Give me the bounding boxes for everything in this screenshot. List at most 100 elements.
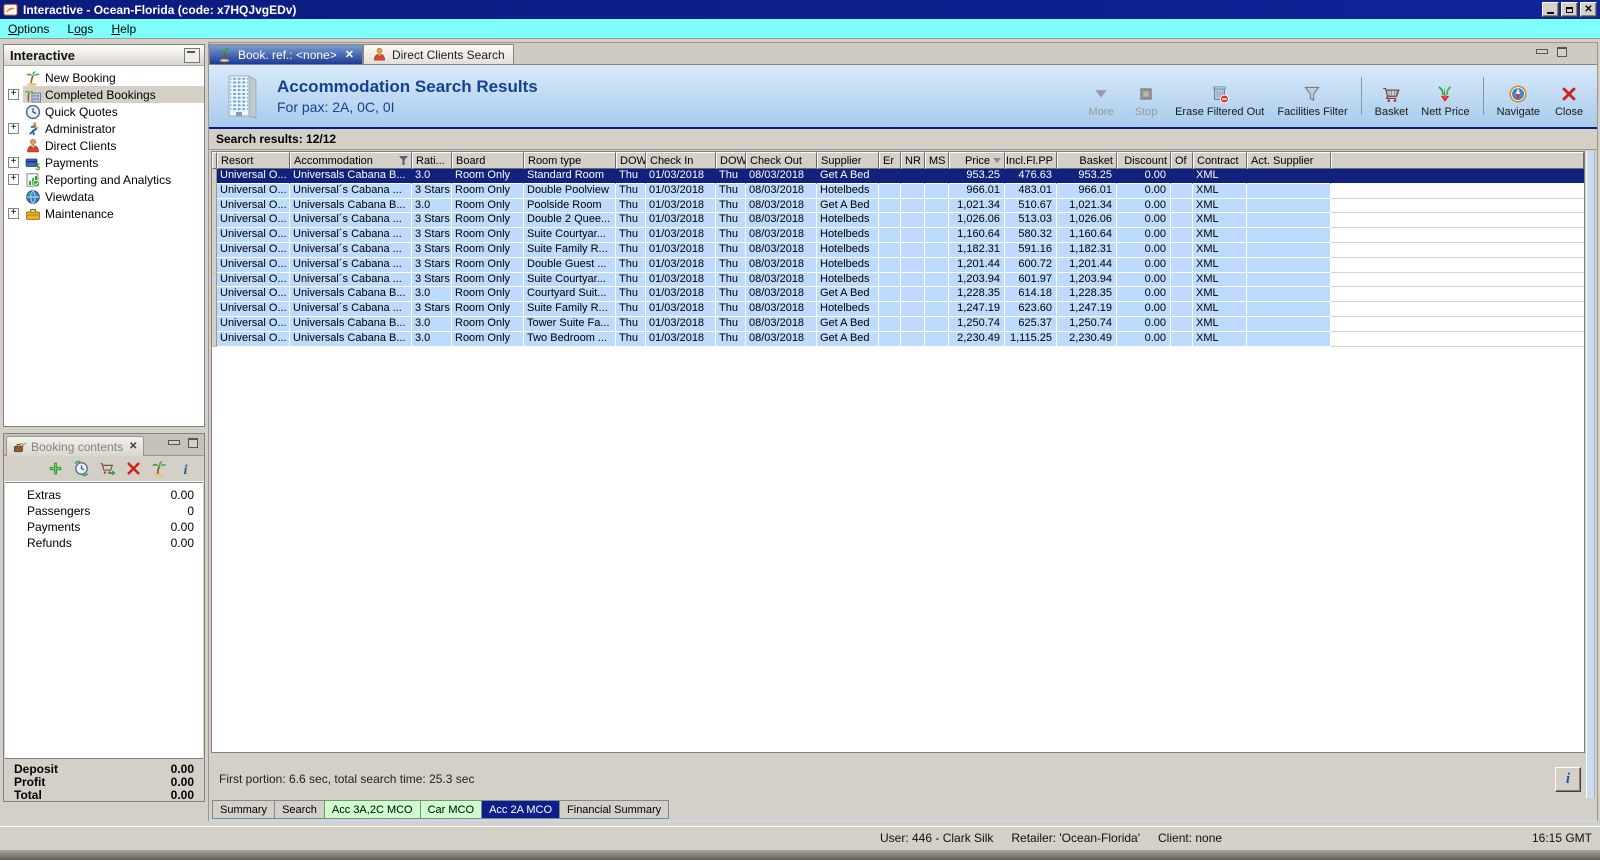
close-button[interactable]: Close (1553, 74, 1585, 118)
cell-board: Room Only (452, 257, 524, 273)
sidebar-item-direct-clients[interactable]: Direct Clients (4, 137, 204, 154)
row-filler (1331, 331, 1584, 347)
column-header-act-supplier[interactable]: Act. Supplier (1247, 152, 1331, 169)
quote-clock-button[interactable] (73, 460, 90, 477)
table-row[interactable]: Universal O... Universal´s Cabana ... 3 St… (212, 302, 1584, 317)
panel-maximize-icon[interactable] (188, 438, 198, 448)
panel-minimize-icon[interactable] (168, 440, 180, 445)
nett-price-button[interactable]: Nett Price (1421, 74, 1470, 118)
sidebar-minimize-button[interactable] (184, 47, 200, 63)
booking-contents-close-icon[interactable]: ✕ (129, 441, 137, 452)
expander-icon[interactable]: + (8, 123, 19, 134)
tab-summary[interactable]: Summary (212, 800, 276, 819)
tab-direct-clients-search[interactable]: Direct Clients Search (362, 44, 514, 64)
table-row[interactable]: Universal O... Universal´s Cabana ... 3 St… (212, 257, 1584, 273)
tab-financial-summary[interactable]: Financial Summary (560, 800, 670, 819)
sidebar-tree: New Booking + Completed Bookings Quick Quot… (4, 66, 204, 222)
column-header-er[interactable]: Er (879, 152, 901, 169)
column-header-nr[interactable]: NR (901, 152, 925, 169)
cell-check-in: 01/03/2018 (646, 316, 716, 332)
column-header-ms[interactable]: MS (925, 152, 949, 169)
table-row[interactable]: Universal O... Universal´s Cabana ... 3 St… (212, 228, 1584, 243)
sidebar-item-payments[interactable]: + $ Payments (4, 154, 204, 171)
cell-nr (901, 242, 925, 258)
expander-icon[interactable]: + (8, 89, 19, 100)
vertical-scrollbar[interactable] (1586, 151, 1595, 798)
cell-check-out: 08/03/2018 (746, 198, 817, 214)
table-row[interactable]: Universal O... Universal´s Cabana ... 3 St… (212, 242, 1584, 258)
table-row[interactable]: Universal O... Universals Cabana B... 3.0 R… (212, 331, 1584, 347)
sidebar-item-new-booking[interactable]: New Booking (4, 69, 204, 86)
basket-transfer-button[interactable] (99, 460, 116, 477)
navigate-button[interactable]: Navigate (1497, 74, 1540, 118)
facilities-filter-button[interactable]: Facilities Filter (1277, 74, 1348, 118)
column-header-of[interactable]: Of (1171, 152, 1193, 169)
basket-button[interactable]: Basket (1375, 74, 1408, 118)
delete-button[interactable] (125, 460, 142, 477)
column-header-dow[interactable]: DOW (716, 152, 746, 169)
erase-filtered-out-button[interactable]: Erase Filtered Out (1175, 74, 1264, 118)
add-button[interactable] (47, 460, 64, 477)
cell-act-supplier (1247, 272, 1331, 288)
column-header-board[interactable]: Board (452, 152, 524, 169)
stop-button[interactable]: Stop (1130, 74, 1162, 118)
expander-icon[interactable]: + (8, 157, 19, 168)
table-row[interactable]: Universal O... Universals Cabana B... 3.0 R… (212, 287, 1584, 303)
tab-acc-3a2c-mco[interactable]: Acc 3A,2C MCO (324, 800, 421, 819)
menu-help[interactable]: Help (111, 22, 136, 36)
row-filler (1331, 198, 1584, 214)
column-header-dow[interactable]: DOW (616, 152, 646, 169)
column-header-basket[interactable]: Basket (1057, 152, 1117, 169)
column-header-discount[interactable]: Discount (1117, 152, 1171, 169)
table-row[interactable]: Universal O... Universals Cabana B... 3.0 R… (212, 169, 1584, 184)
column-header-check-out[interactable]: Check Out (746, 152, 817, 169)
sidebar-item-maintenance[interactable]: + Maintenance (4, 205, 204, 222)
column-header-resort[interactable]: Resort (217, 152, 290, 169)
table-row[interactable]: Universal O... Universals Cabana B... 3.0 R… (212, 198, 1584, 214)
table-row[interactable]: Universal O... Universal´s Cabana ... 3 St… (212, 213, 1584, 229)
tab-booking-ref[interactable]: Book. ref.: <none> ✕ (209, 44, 363, 64)
cell-discount: 0.00 (1117, 228, 1171, 243)
title-bar: Interactive - Ocean-Florida (code: x7HQJ… (0, 0, 1600, 19)
booking-contents-tab[interactable]: Booking contents ✕ (6, 436, 145, 456)
column-header-supplier[interactable]: Supplier (817, 152, 879, 169)
table-row[interactable]: Universal O... Universal´s Cabana ... 3 St… (212, 183, 1584, 199)
menu-options[interactable]: Options (8, 22, 49, 36)
column-header-contract[interactable]: Contract (1193, 152, 1247, 169)
column-header-price[interactable]: Price (949, 152, 1005, 169)
palm-tree-button[interactable] (151, 460, 168, 477)
menu-logs[interactable]: Logs (67, 22, 93, 36)
tab-close-icon[interactable]: ✕ (345, 48, 354, 61)
more-button[interactable]: More (1085, 74, 1117, 118)
info-button[interactable]: i (1555, 767, 1581, 792)
cell-incl-fl-pp: 510.67 (1005, 198, 1057, 214)
column-header-rati[interactable]: Rati... (412, 152, 452, 169)
table-row[interactable]: Universal O... Universal´s Cabana ... 3 St… (212, 272, 1584, 288)
window-minimize-button[interactable] (1542, 2, 1559, 17)
sidebar-item-label: Maintenance (45, 206, 114, 221)
expander-icon[interactable]: + (8, 174, 19, 185)
column-header-room-type[interactable]: Room type (524, 152, 616, 169)
cell-dow: Thu (716, 287, 746, 303)
column-header-check-in[interactable]: Check In (646, 152, 716, 169)
booking-contents-summary: Deposit 0.00 Profit 0.00 Total 0.00 (5, 758, 203, 802)
tab-search[interactable]: Search (275, 800, 325, 819)
tab-car-mco[interactable]: Car MCO (420, 800, 483, 819)
sidebar-item-quick-quotes[interactable]: Quick Quotes (4, 103, 204, 120)
table-row[interactable]: Universal O... Universals Cabana B... 3.0 R… (212, 316, 1584, 332)
panel-maximize-icon[interactable] (1557, 47, 1567, 57)
column-header-accommodation[interactable]: Accommodation (290, 152, 412, 169)
info-button[interactable]: i (177, 460, 194, 477)
status-retailer: Retailer: 'Ocean-Florida' (1011, 831, 1141, 845)
toolbar-button-label: Stop (1134, 106, 1158, 118)
expander-icon[interactable]: + (8, 208, 19, 219)
sidebar-item-administrator[interactable]: + Administrator (4, 120, 204, 137)
window-close-button[interactable]: ✕ (1580, 2, 1597, 17)
panel-minimize-icon[interactable] (1536, 49, 1548, 54)
tab-acc-2a-mco[interactable]: Acc 2A MCO (482, 800, 561, 819)
sidebar-item-viewdata[interactable]: Viewdata (4, 188, 204, 205)
window-restore-button[interactable] (1561, 2, 1578, 17)
sidebar-item-completed-bookings[interactable]: + Completed Bookings (4, 86, 204, 103)
column-header-incl-fl-pp[interactable]: Incl.Fl.PP (1005, 152, 1057, 169)
sidebar-item-reporting-and-analytics[interactable]: + Reporting and Analytics (4, 171, 204, 188)
